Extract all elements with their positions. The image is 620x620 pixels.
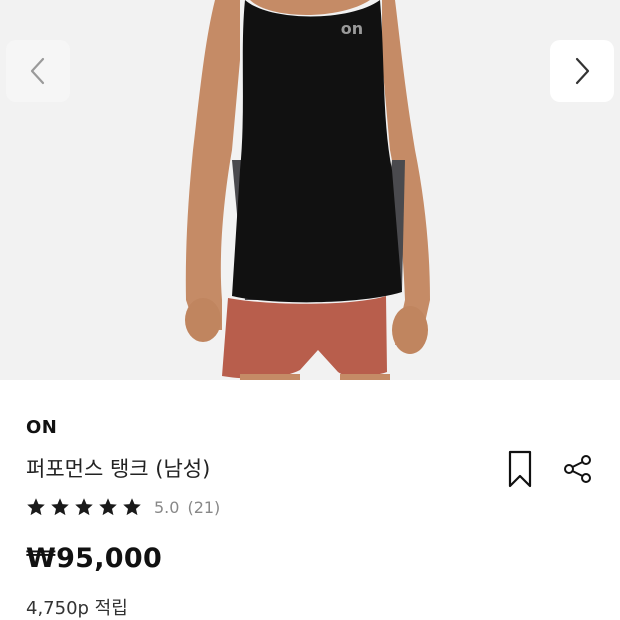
star-icon (27, 498, 45, 516)
star-icon (99, 498, 117, 516)
chevron-right-icon (575, 57, 590, 85)
svg-text:on: on (341, 19, 363, 38)
star-icon (123, 498, 141, 516)
star-icon (75, 498, 93, 516)
rating-value: 5.0 (154, 497, 180, 517)
product-price: ₩95,000 (26, 543, 163, 574)
bookmark-icon (508, 450, 532, 488)
product-image: on (0, 0, 620, 380)
star-icon (51, 498, 69, 516)
product-actions (505, 449, 593, 489)
gallery-prev-button[interactable] (6, 40, 70, 102)
review-count[interactable]: (21) (187, 498, 220, 517)
brand-name[interactable]: ON (26, 417, 57, 438)
product-rating[interactable]: 5.0 (21) (26, 497, 220, 517)
product-title: 퍼포먼스 탱크 (남성) (26, 457, 211, 481)
gallery-next-button[interactable] (550, 40, 614, 102)
bookmark-button[interactable] (505, 449, 535, 489)
product-image-gallery[interactable]: on (0, 0, 620, 380)
share-icon (564, 455, 591, 483)
share-button[interactable] (563, 449, 593, 489)
chevron-left-icon (30, 57, 45, 85)
reward-points: 4,750p 적립 (26, 598, 128, 619)
